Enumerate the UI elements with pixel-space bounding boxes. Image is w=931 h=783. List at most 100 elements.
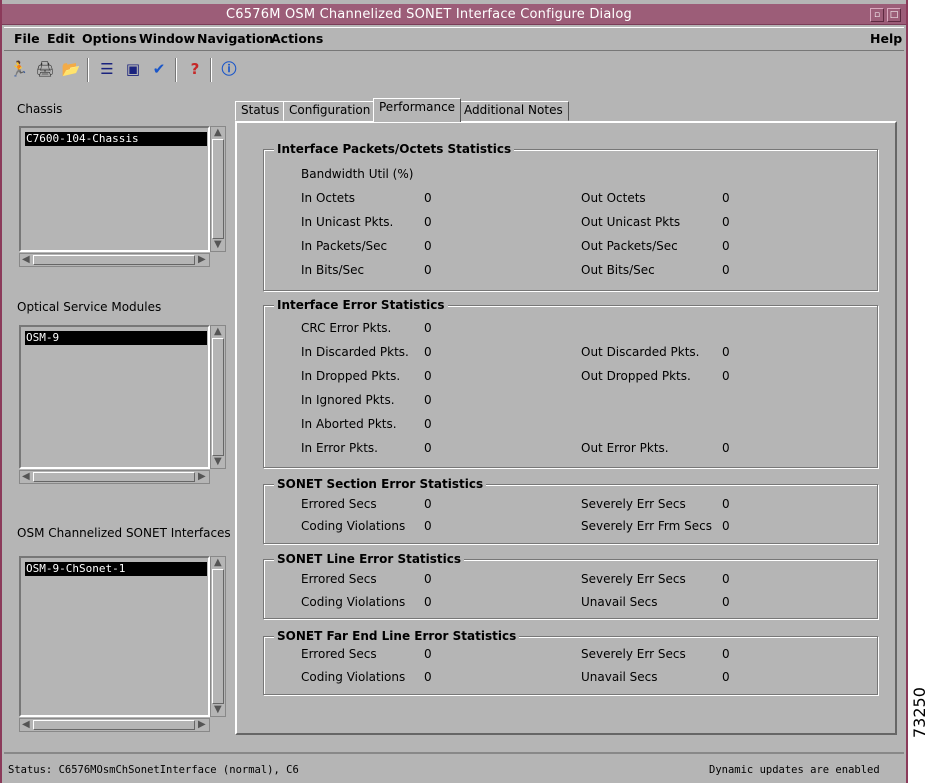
interfaces-vertical-scrollbar[interactable]: ▲ ▼ [210,556,226,717]
section-ses-label: Severely Err Secs [581,497,686,511]
scroll-left-icon[interactable]: ◀ [22,720,30,730]
menu-navigation[interactable]: Navigation [197,31,273,46]
group-title: SONET Section Error Statistics [274,477,487,491]
scroll-down-icon[interactable]: ▼ [214,705,222,715]
line-es-label: Errored Secs [301,572,377,586]
window-title: C6576M OSM Channelized SONET Interface C… [226,7,632,22]
in-octets-label: In Octets [301,191,356,205]
list-icon[interactable]: ☰ [96,58,118,80]
section-cv-value: 0 [424,519,432,533]
chassis-list[interactable]: C7600-104-Chassis [19,126,210,252]
section-sefs-value: 0 [722,519,730,533]
scroll-down-icon[interactable]: ▼ [214,240,222,250]
scroll-thumb[interactable] [33,720,195,730]
info-icon[interactable]: ⓘ [218,58,240,80]
line-ses-label: Severely Err Secs [581,572,686,586]
maximize-icon[interactable]: □ [887,8,901,22]
tab-additional-notes[interactable]: Additional Notes [458,101,569,121]
line-ses-value: 0 [722,572,730,586]
scroll-right-icon[interactable]: ▶ [198,720,206,730]
in-bps-value: 0 [424,263,432,277]
out-pps-value: 0 [722,239,730,253]
modules-list[interactable]: OSM-9 [19,325,210,469]
in-ignored-label: In Ignored Pkts. [301,393,395,407]
chassis-label: Chassis [17,102,63,116]
print-icon[interactable]: 🖨 [34,58,56,80]
farend-ses-value: 0 [722,647,730,661]
interfaces-horizontal-scrollbar[interactable]: ◀ ▶ [19,718,210,732]
line-cv-label: Coding Violations [301,595,406,609]
checkmark-icon[interactable]: ✔ [148,58,170,80]
out-dropped-label: Out Dropped Pkts. [581,369,691,383]
interfaces-label: OSM Channelized SONET Interfaces [17,526,231,540]
menu-help[interactable]: Help [870,31,902,46]
in-error-value: 0 [424,441,432,455]
list-item[interactable]: OSM-9 [25,331,207,345]
status-bar: Status: C6576MOsmChSonetInterface (norma… [4,752,904,781]
tab-performance[interactable]: Performance [373,98,462,122]
out-discarded-value: 0 [722,345,730,359]
in-discarded-value: 0 [424,345,432,359]
scroll-thumb[interactable] [33,472,195,482]
chassis-vertical-scrollbar[interactable]: ▲ ▼ [210,126,226,252]
window-icon[interactable]: ▣ [122,58,144,80]
interfaces-list[interactable]: OSM-9-ChSonet-1 [19,556,210,717]
scroll-thumb[interactable] [212,338,224,456]
menu-actions[interactable]: Actions [271,31,323,46]
scroll-left-icon[interactable]: ◀ [22,255,30,265]
out-unicast-label: Out Unicast Pkts [581,215,681,229]
modules-horizontal-scrollbar[interactable]: ◀ ▶ [19,470,210,484]
menu-options[interactable]: Options [82,31,137,46]
in-bps-label: In Bits/Sec [301,263,365,277]
out-error-value: 0 [722,441,730,455]
farend-uas-value: 0 [722,670,730,684]
exit-icon[interactable]: 🏃 [8,58,30,80]
list-item[interactable]: OSM-9-ChSonet-1 [25,562,207,576]
tab-status[interactable]: Status [235,101,286,121]
help-icon[interactable]: ? [184,58,206,80]
section-sefs-label: Severely Err Frm Secs [581,519,712,533]
out-unicast-value: 0 [722,215,730,229]
farend-es-label: Errored Secs [301,647,377,661]
scroll-thumb[interactable] [33,255,195,265]
chassis-horizontal-scrollbar[interactable]: ◀ ▶ [19,253,210,267]
dialog-window: C6576M OSM Channelized SONET Interface C… [0,0,908,783]
list-item[interactable]: C7600-104-Chassis [25,132,207,146]
menu-window[interactable]: Window [139,31,195,46]
scroll-up-icon[interactable]: ▲ [214,128,222,138]
section-cv-label: Coding Violations [301,519,406,533]
section-group: SONET Section Error Statistics [263,477,878,544]
in-dropped-label: In Dropped Pkts. [301,369,401,383]
section-es-label: Errored Secs [301,497,377,511]
scroll-right-icon[interactable]: ▶ [198,255,206,265]
scroll-down-icon[interactable]: ▼ [214,457,222,467]
tab-configuration[interactable]: Configuration [283,101,377,121]
section-ses-value: 0 [722,497,730,511]
in-error-label: In Error Pkts. [301,441,378,455]
out-pps-label: Out Packets/Sec [581,239,678,253]
menu-file[interactable]: File [14,31,40,46]
scroll-left-icon[interactable]: ◀ [22,472,30,482]
far-end-group: SONET Far End Line Error Statistics [263,629,878,695]
scroll-right-icon[interactable]: ▶ [198,472,206,482]
out-error-label: Out Error Pkts. [581,441,669,455]
scroll-up-icon[interactable]: ▲ [214,558,222,568]
scroll-thumb[interactable] [212,569,224,704]
modules-vertical-scrollbar[interactable]: ▲ ▼ [210,325,226,469]
menu-edit[interactable]: Edit [47,31,75,46]
scroll-thumb[interactable] [212,139,224,239]
in-pps-value: 0 [424,239,432,253]
minimize-icon[interactable]: ▫ [870,8,884,22]
line-es-value: 0 [424,572,432,586]
out-dropped-value: 0 [722,369,730,383]
out-octets-label: Out Octets [581,191,646,205]
out-bps-value: 0 [722,263,730,277]
status-text: Status: C6576MOsmChSonetInterface (norma… [8,764,299,776]
title-bar[interactable]: C6576M OSM Channelized SONET Interface C… [2,4,906,25]
open-folder-icon[interactable]: 📂 [60,58,82,80]
out-discarded-label: Out Discarded Pkts. [581,345,700,359]
in-ignored-value: 0 [424,393,432,407]
in-discarded-label: In Discarded Pkts. [301,345,409,359]
farend-cv-label: Coding Violations [301,670,406,684]
scroll-up-icon[interactable]: ▲ [214,327,222,337]
